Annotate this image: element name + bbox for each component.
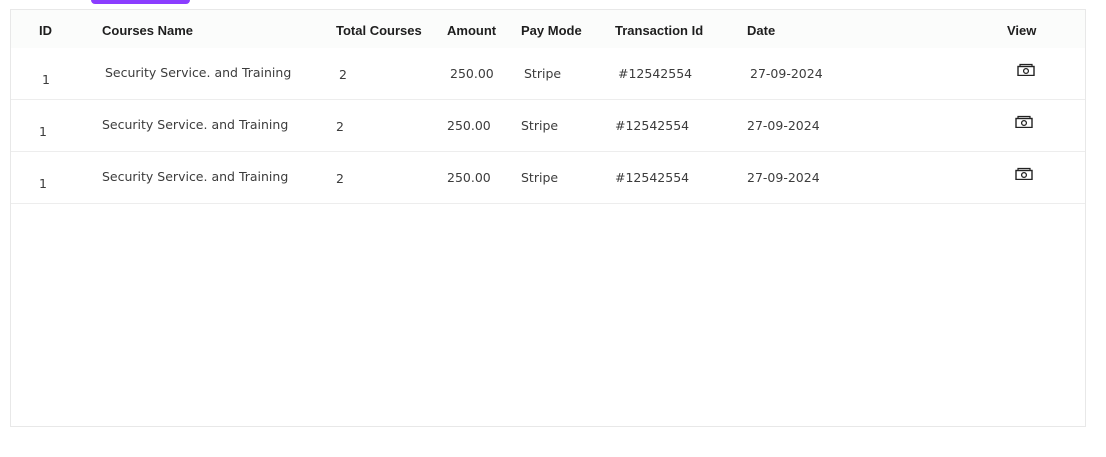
- cash-icon: [1015, 167, 1033, 180]
- cell-total-courses: 2: [336, 171, 344, 186]
- active-tab-indicator[interactable]: [91, 0, 190, 4]
- header-date: Date: [747, 23, 776, 38]
- cell-course-name: Security Service. and Training: [102, 117, 289, 132]
- cell-pay-mode: Stripe: [521, 118, 559, 133]
- header-id: ID: [39, 23, 52, 38]
- header-transaction-id: Transaction Id: [615, 23, 704, 38]
- cell-pay-mode: Stripe: [521, 170, 559, 185]
- cash-icon: [1015, 115, 1033, 128]
- view-button[interactable]: [1015, 167, 1033, 180]
- header-course-name: Courses Name: [102, 23, 194, 38]
- cell-date: 27-09-2024: [747, 118, 820, 133]
- table-header: ID Courses Name Total Courses Amount Pay…: [11, 10, 1085, 48]
- cell-id: 1: [39, 124, 47, 139]
- cell-transaction-id: #12542554: [615, 118, 690, 133]
- view-button[interactable]: [1015, 115, 1033, 128]
- cell-date: 27-09-2024: [747, 170, 820, 185]
- cell-amount: 250.00: [450, 66, 494, 81]
- header-amount: Amount: [447, 23, 497, 38]
- transactions-table: ID Courses Name Total Courses Amount Pay…: [10, 9, 1086, 427]
- cell-total-courses: 2: [336, 119, 344, 134]
- header-pay-mode: Pay Mode: [521, 23, 582, 38]
- header-total-courses: Total Courses: [336, 23, 422, 38]
- table-row: 1 Security Service. and Training 2 250.0…: [11, 48, 1085, 100]
- cell-id: 1: [39, 176, 47, 191]
- cell-total-courses: 2: [339, 67, 347, 82]
- cell-transaction-id: #12542554: [615, 170, 690, 185]
- cell-course-name: Security Service. and Training: [105, 65, 292, 80]
- cash-icon: [1017, 63, 1035, 76]
- header-view: View: [1007, 23, 1037, 38]
- table-row: 1 Security Service. and Training 2 250.0…: [11, 100, 1085, 152]
- cell-course-name: Security Service. and Training: [102, 169, 289, 184]
- cell-id: 1: [42, 72, 50, 87]
- cell-amount: 250.00: [447, 170, 491, 185]
- cell-amount: 250.00: [447, 118, 491, 133]
- cell-transaction-id: #12542554: [618, 66, 693, 81]
- cell-date: 27-09-2024: [750, 66, 823, 81]
- view-button[interactable]: [1017, 63, 1035, 76]
- cell-pay-mode: Stripe: [524, 66, 562, 81]
- table-row: 1 Security Service. and Training 2 250.0…: [11, 152, 1085, 204]
